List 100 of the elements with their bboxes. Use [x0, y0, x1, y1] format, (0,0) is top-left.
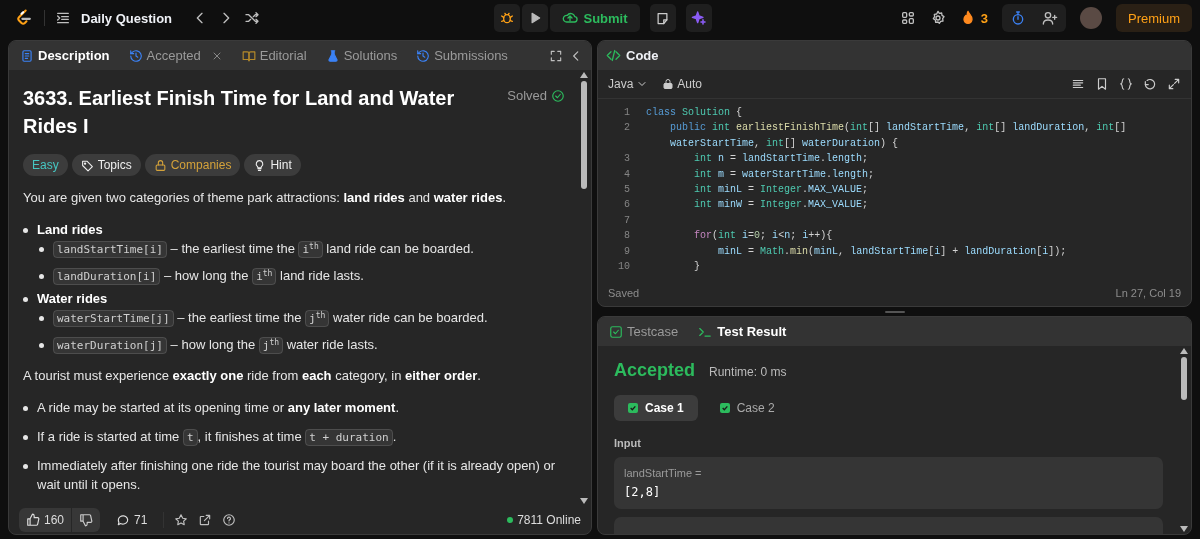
line-number: 2 [623, 121, 630, 136]
code-icon [606, 48, 621, 63]
bug-icon [499, 10, 516, 26]
premium-button[interactable]: Premium [1116, 4, 1192, 32]
flask-icon [325, 48, 340, 63]
fullscreen-icon[interactable] [549, 48, 563, 63]
case-tab[interactable]: Case 1 [614, 395, 698, 421]
cloud-upload-icon [562, 10, 579, 26]
list-item-text: Immediately after finishing one ride the tourist may board the other (if it is already open) or wait until it opens. [37, 457, 557, 494]
case-tab[interactable]: Case 2 [705, 395, 789, 421]
resize-handle[interactable] [884, 310, 905, 313]
verdict: Accepted [614, 360, 696, 381]
list-item-text: A ride may be started at its opening time or any later moment. [37, 399, 400, 417]
list-item-text: landDuration[i] – how long the i$^{th}$ land ride lasts. [53, 266, 364, 285]
inline-code: t + duration [305, 429, 393, 446]
comments-button[interactable]: 71 [110, 512, 154, 528]
input-value: [2,8] [624, 485, 662, 499]
bullet-dot [23, 435, 28, 440]
list-item-text: waterStartTime[j] – the earliest time the j$^{th}$ water ride can be boarded. [53, 308, 488, 327]
line-number: 10 [617, 260, 630, 275]
code-line: int minW = Integer.MAX_VALUE; [693, 198, 869, 213]
braces-icon[interactable] [1119, 77, 1133, 91]
undo-icon[interactable] [1143, 77, 1157, 91]
language-dropdown[interactable]: Java [608, 77, 649, 91]
input-label: Input [614, 437, 642, 449]
problem-title: 3633. Earliest Finish Time for Land and Water Rides I [23, 86, 456, 139]
tag-icon [80, 158, 94, 172]
book-icon [241, 48, 256, 63]
play-icon [528, 11, 543, 25]
inline-code: j$^{th}$ [258, 337, 284, 354]
stopwatch-icon[interactable] [1010, 10, 1026, 26]
bullet-dot [39, 316, 44, 321]
bullet-dot [23, 297, 28, 302]
note-button[interactable] [649, 4, 676, 32]
shuffle-icon[interactable] [244, 10, 261, 26]
submit-button[interactable]: Submit [550, 4, 640, 32]
bullet-dot [23, 406, 28, 411]
save-status: Saved [608, 287, 640, 299]
tab[interactable]: Solutions [322, 48, 401, 63]
cursor-position: Ln 27, Col 19 [1115, 287, 1181, 299]
inline-code: waterDuration[j] [53, 337, 167, 354]
debug-button[interactable] [494, 4, 521, 32]
code-line: minL = Math.min(minL, landStartTime[i] + landDuration[i]); [717, 244, 1067, 259]
difficulty-tag[interactable]: Easy [23, 154, 68, 176]
tab[interactable]: Submissions [413, 48, 511, 63]
inline-code: waterStartTime[j] [53, 310, 174, 327]
add-user-icon[interactable] [1042, 10, 1058, 26]
help-icon[interactable] [222, 513, 237, 527]
tab[interactable]: Testcase [606, 324, 682, 339]
line-number: 1 [623, 106, 630, 120]
code-line: } [693, 260, 700, 275]
tag-chip[interactable]: Hint [244, 154, 301, 176]
list-item-text: waterDuration[j] – how long the j$^{th}$ water ride lasts. [53, 335, 378, 354]
list-heading: Water rides [37, 290, 108, 308]
share-icon[interactable] [198, 513, 213, 527]
code-line: int minL = Integer.MAX_VALUE; [693, 183, 869, 198]
tab[interactable]: Editorial [238, 48, 310, 63]
layout-grid-icon[interactable] [899, 10, 916, 26]
inline-code: j$^{th}$ [305, 310, 330, 327]
input-name: landStartTime = [624, 467, 703, 479]
comment-icon [116, 513, 131, 527]
inline-code: landStartTime[i] [53, 241, 167, 258]
tag-chip[interactable]: Topics [71, 154, 141, 176]
logo-icon[interactable] [14, 8, 34, 28]
tag-chip[interactable]: Companies [144, 154, 241, 176]
format-icon[interactable] [1071, 77, 1085, 91]
streak-counter[interactable]: 3 [959, 10, 988, 26]
bullet-dot [23, 228, 28, 233]
sparkle-icon [690, 10, 707, 26]
tab[interactable]: Accepted [125, 48, 226, 63]
list-icon[interactable] [55, 10, 71, 26]
list-item-text: landStartTime[i] – the earliest time the i$^{th}$ land ride can be boarded. [53, 239, 474, 258]
star-icon[interactable] [174, 513, 189, 527]
inline-code: i$^{th}$ [298, 241, 323, 258]
bookmark-icon[interactable] [1095, 77, 1109, 91]
problem-list-title[interactable]: Daily Question [81, 10, 173, 26]
history-icon [128, 48, 143, 63]
bullet-dot [39, 247, 44, 252]
bullet-dot [23, 464, 28, 469]
tab[interactable]: Description [17, 48, 113, 63]
thumbs-up-icon [26, 513, 40, 527]
lock-icon [153, 158, 167, 172]
code-line: class Solution { [646, 106, 743, 120]
tab[interactable]: Test Result [694, 324, 790, 339]
bullet-dot [39, 343, 44, 348]
expand-icon[interactable] [1167, 77, 1181, 91]
runtime: Runtime: 0 ms [709, 365, 787, 379]
inline-code: t [182, 429, 198, 446]
list-item-text: If a ride is started at time t , it finishes at time t + duration . [37, 428, 397, 446]
inline-code: i$^{th}$ [252, 268, 277, 285]
code-line: waterStartTime, int[] waterDuration) { [669, 136, 900, 151]
description-text: You are given two categories of theme park attractions: land rides and water rides. [23, 189, 507, 207]
line-number: 3 [623, 152, 630, 167]
run-button[interactable] [522, 4, 549, 32]
ai-assistant-button[interactable] [685, 4, 712, 32]
note-icon [655, 10, 671, 26]
code-panel-title: Code [606, 48, 659, 63]
checkbox-icon [609, 324, 623, 339]
check-circle-icon [551, 88, 565, 103]
thumbs-down-icon [79, 513, 94, 527]
